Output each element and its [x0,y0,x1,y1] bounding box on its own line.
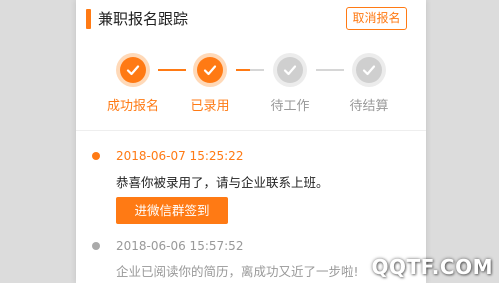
check-icon [120,57,146,83]
timeline-date: 2018-06-06 15:57:52 [116,239,244,253]
timeline-dot-inactive [92,242,100,250]
step-4-circle [352,53,386,87]
step-connector-3 [316,69,344,71]
check-icon [356,57,382,83]
timeline-message: 企业已阅读你的简历，离成功又近了一步啦! [116,264,359,279]
timeline-message: 恭喜你被录用了，请与企业联系上班。 [116,175,329,190]
join-wechat-group-button[interactable]: 进微信群签到 [116,197,228,224]
timeline-dot-active [92,152,100,160]
step-connector-2 [236,69,264,71]
step-2-label: 已录用 [190,99,230,114]
step-1-label: 成功报名 [106,99,159,114]
step-2-circle [193,53,227,87]
step-4-label: 待结算 [349,99,389,114]
page-title: 兼职报名跟踪 [98,10,189,28]
application-tracking-card: 兼职报名跟踪 取消报名 成功报名 已录用 待工作 待结算 2018-06-07 … [76,0,426,283]
check-icon [277,57,303,83]
card-header: 兼职报名跟踪 取消报名 [76,0,426,38]
timeline-date: 2018-06-07 15:25:22 [116,149,244,163]
header-accent-bar [86,9,91,29]
check-icon [197,57,223,83]
progress-steps: 成功报名 已录用 待工作 待结算 [76,38,426,130]
cancel-application-button[interactable]: 取消报名 [346,7,407,30]
step-3-label: 待工作 [270,99,310,114]
step-connector-1 [158,69,186,71]
step-3-circle [273,53,307,87]
step-1-circle [116,53,150,87]
watermark: QQTF.COM [371,255,493,279]
